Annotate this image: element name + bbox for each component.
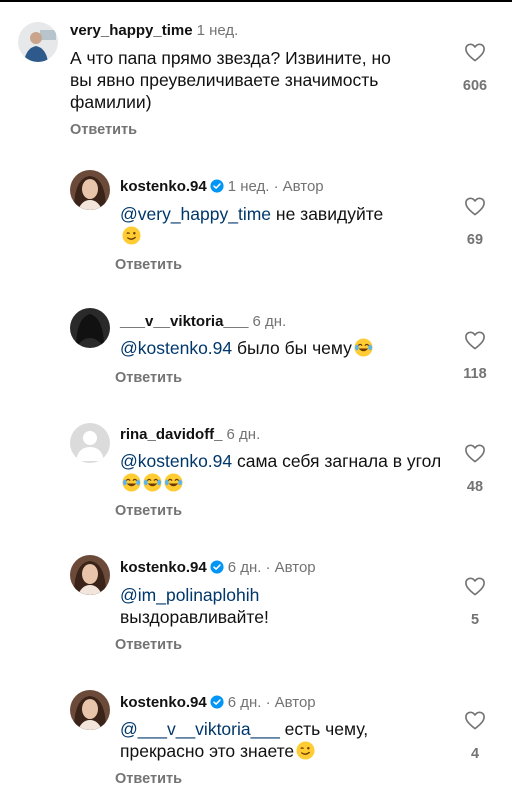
mention-link[interactable]: @___v__viktoria___ [120,719,280,739]
winking-face-emoji-icon [122,226,141,245]
top-border [0,0,512,2]
like-control: 606 [453,42,497,94]
heart-icon[interactable] [464,576,486,596]
heart-icon[interactable] [464,710,486,730]
author-badge: Автор [282,178,324,195]
reply-button[interactable]: Ответить [70,122,137,138]
tears-of-joy-emoji-icon [122,473,141,492]
tears-of-joy-emoji-icon [164,473,183,492]
reply-button[interactable]: Ответить [115,503,182,519]
heart-icon[interactable] [464,443,486,463]
avatar[interactable] [70,423,110,463]
username[interactable]: very_happy_time [70,22,193,39]
comment-header: ___v__viktoria___ 6 дн. [120,313,286,330]
reply-button[interactable]: Ответить [115,637,182,653]
comment-header: kostenko.94 6 дн. · Автор [120,694,316,711]
verified-badge-icon [210,560,224,574]
reply-button[interactable]: Ответить [115,370,182,386]
avatar[interactable] [18,22,58,62]
comment-text: @im_polinaplohih выздоравливайте! [120,585,269,627]
like-control: 118 [453,330,497,382]
reply-button[interactable]: Ответить [115,771,182,787]
avatar[interactable] [70,690,110,730]
mention-link[interactable]: @im_polinaplohih [120,585,259,605]
username[interactable]: ___v__viktoria___ [120,313,248,330]
comment-text: @___v__viktoria___ есть чему, прекрасно … [120,719,369,761]
verified-badge-icon [210,695,224,709]
verified-badge-icon [210,179,224,193]
comment-text: А что папа прямо звезда? Извините, но вы… [70,48,391,112]
tears-of-joy-emoji-icon [354,338,373,357]
username[interactable]: kostenko.94 [120,178,207,195]
comment-header: very_happy_time 1 нед. [70,22,238,39]
timestamp: 6 дн. [252,313,287,330]
avatar[interactable] [70,555,110,595]
timestamp: 1 нед. · [227,178,279,195]
comment-text: @kostenko.94 было бы чему [120,337,450,359]
comment-header: kostenko.94 1 нед. · Автор [120,178,324,195]
mention-link[interactable]: @kostenko.94 [120,338,232,358]
like-control: 4 [453,710,497,762]
author-badge: Автор [274,559,316,576]
username[interactable]: rina_davidoff_ [120,426,223,443]
timestamp: 6 дн. · [227,694,271,711]
timestamp: 6 дн. [226,426,261,443]
heart-icon[interactable] [464,330,486,350]
like-count: 48 [466,479,484,495]
timestamp: 1 нед. [196,22,239,39]
comment-header: kostenko.94 6 дн. · Автор [120,559,316,576]
comment-header: rina_davidoff_ 6 дн. [120,426,260,443]
like-count: 4 [470,746,480,762]
tears-of-joy-emoji-icon [143,473,162,492]
like-count: 69 [466,232,484,248]
avatar[interactable] [70,170,110,210]
like-count: 606 [462,78,488,94]
heart-icon[interactable] [464,196,486,216]
like-count: 5 [470,612,480,628]
like-control: 69 [453,196,497,248]
author-badge: Автор [274,694,316,711]
heart-icon[interactable] [464,42,486,62]
winking-face-emoji-icon [296,741,315,760]
comment-text: @kostenko.94 сама себя загнала в угол [120,450,450,494]
username[interactable]: kostenko.94 [120,694,207,711]
username[interactable]: kostenko.94 [120,559,207,576]
mention-link[interactable]: @kostenko.94 [120,451,232,471]
timestamp: 6 дн. · [227,559,271,576]
avatar[interactable] [70,308,110,348]
mention-link[interactable]: @very_happy_time [120,204,271,224]
comment-text: @very_happy_time не завидуйте [120,203,450,247]
like-control: 48 [453,443,497,495]
like-control: 5 [453,576,497,628]
like-count: 118 [463,366,487,382]
reply-button[interactable]: Ответить [115,257,182,273]
